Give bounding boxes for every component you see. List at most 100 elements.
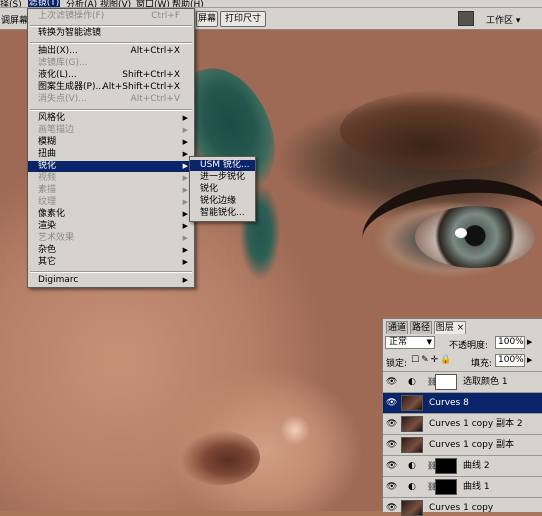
layer-name: Curves 8	[429, 398, 469, 408]
submenu-arrow-icon: ▶	[182, 222, 188, 230]
submenu-arrow-icon: ▶	[182, 234, 188, 242]
adjustment-layer-icon: ◐	[408, 377, 416, 387]
submenu-item-sharpen-more[interactable]: 进一步锐化	[190, 172, 255, 183]
layer-row[interactable]: 👁 ◐ ⛓ 曲线 1	[383, 476, 542, 497]
menu-item-blur[interactable]: 模糊 ▶	[28, 137, 194, 148]
fill-input[interactable]: 100%	[495, 354, 525, 367]
menu-item-noise[interactable]: 杂色 ▶	[28, 245, 194, 256]
adjustment-layer-icon: ◐	[408, 461, 416, 471]
workspace-menu[interactable]: 工作区 ▾	[486, 13, 520, 26]
layer-name: 曲线 1	[463, 482, 490, 492]
submenu-arrow-icon: ▶	[182, 114, 188, 122]
blend-mode-select[interactable]: 正常 ▼	[385, 336, 435, 349]
eye-region	[415, 206, 535, 268]
submenu-arrow-icon: ▶	[182, 138, 188, 146]
eye-icon[interactable]: 👁	[386, 419, 397, 429]
menu-item-sketch[interactable]: 素描 ▶	[28, 185, 194, 196]
menu-item-stylize[interactable]: 风格化 ▶	[28, 113, 194, 124]
menu-window[interactable]: 窗口(W)	[136, 0, 170, 7]
layer-row[interactable]: 👁 Curves 1 copy 副本	[383, 434, 542, 455]
sharpen-submenu: USM 锐化... 进一步锐化 锐化 锐化边缘 智能锐化...	[189, 156, 256, 222]
tab-channels[interactable]: 通道	[386, 321, 408, 334]
lock-options-icon[interactable]: ☐✎✛🔒	[411, 355, 453, 365]
workspace-camera-icon[interactable]	[458, 11, 474, 26]
eye-icon[interactable]: 👁	[386, 503, 397, 513]
nostril-shadow	[180, 430, 260, 485]
layer-name: 选取颜色 1	[463, 377, 508, 387]
layer-name: 曲线 2	[463, 461, 490, 471]
eye-highlight	[455, 228, 467, 238]
menu-item-pattern-maker[interactable]: 图案生成器(P)... Alt+Shift+Ctrl+X	[28, 82, 194, 93]
submenu-arrow-icon: ▶	[182, 258, 188, 266]
menu-item-other[interactable]: 其它 ▶	[28, 257, 194, 268]
submenu-arrow-icon: ▶	[182, 162, 188, 170]
submenu-item-smart-sharpen[interactable]: 智能锐化...	[190, 208, 255, 219]
print-size-button[interactable]: 打印尺寸	[220, 11, 266, 27]
menu-item-filter-gallery[interactable]: 滤镜库(G)...	[28, 58, 194, 69]
menu-analysis[interactable]: 分析(A)	[66, 0, 97, 7]
menu-item-last-filter[interactable]: 上次滤镜操作(F) Ctrl+F	[28, 11, 194, 22]
menu-item-liquify[interactable]: 液化(L)... Shift+Ctrl+X	[28, 70, 194, 81]
eye-icon[interactable]: 👁	[386, 377, 397, 387]
menu-bar: 择(S) 滤镜(T) 分析(A) 视图(V) 窗口(W) 帮助(H)	[0, 0, 542, 8]
submenu-arrow-icon: ▶	[182, 126, 188, 134]
submenu-item-sharpen-edges[interactable]: 锐化边缘	[190, 196, 255, 207]
layer-mask-thumbnail	[435, 374, 457, 390]
layer-name: Curves 1 copy	[429, 503, 494, 513]
submenu-item-sharpen[interactable]: 锐化	[190, 184, 255, 195]
menu-item-artistic[interactable]: 艺术效果 ▶	[28, 233, 194, 244]
submenu-arrow-icon: ▶	[182, 210, 188, 218]
submenu-arrow-icon: ▶	[182, 186, 188, 194]
layer-name: Curves 1 copy 副本	[429, 440, 515, 450]
layer-thumbnail	[401, 395, 423, 411]
menu-item-extract[interactable]: 抽出(X)... Alt+Ctrl+X	[28, 46, 194, 57]
layer-name: Curves 1 copy 副本 2	[429, 419, 523, 429]
submenu-arrow-icon: ▶	[182, 276, 188, 284]
adjustment-layer-icon: ◐	[408, 482, 416, 492]
menu-select[interactable]: 择(S)	[0, 0, 22, 7]
menu-item-texture[interactable]: 纹理 ▶	[28, 197, 194, 208]
layer-thumbnail	[401, 416, 423, 432]
fill-label: 填充:	[471, 359, 493, 369]
eye-icon[interactable]: 👁	[386, 461, 397, 471]
filter-menu: 上次滤镜操作(F) Ctrl+F 转换为智能滤镜 抽出(X)... Alt+Ctrl…	[27, 8, 195, 288]
opacity-input[interactable]: 100%	[495, 336, 525, 349]
lock-label: 锁定:	[386, 359, 408, 369]
layer-row[interactable]: 👁 ◐ ⛓ 曲线 2	[383, 455, 542, 476]
menu-item-pixelate[interactable]: 像素化 ▶	[28, 209, 194, 220]
fill-arrow-icon[interactable]: ▶	[527, 356, 532, 364]
layer-row[interactable]: 👁 Curves 8	[383, 392, 542, 413]
layers-panel: 通道 路径 图层 × 正常 ▼ 不透明度: 100% ▶ 锁定: ☐✎✛🔒 填充:…	[382, 318, 542, 516]
menu-item-video[interactable]: 视频 ▶	[28, 173, 194, 184]
opacity-arrow-icon[interactable]: ▶	[527, 338, 532, 346]
layer-mask-thumbnail	[435, 458, 457, 474]
layer-thumbnail	[401, 500, 423, 516]
menu-item-render[interactable]: 渲染 ▶	[28, 221, 194, 232]
menu-item-vanishing-point[interactable]: 消失点(V)... Alt+Ctrl+V	[28, 94, 194, 105]
chevron-down-icon: ▼	[426, 338, 432, 346]
menu-item-brush-strokes[interactable]: 画笔描边 ▶	[28, 125, 194, 136]
eye-icon[interactable]: 👁	[386, 440, 397, 450]
menu-item-distort[interactable]: 扭曲 ▶	[28, 149, 194, 160]
screen-button[interactable]: 屏幕	[196, 11, 218, 27]
eye-icon[interactable]: 👁	[386, 482, 397, 492]
menu-item-digimarc[interactable]: Digimarc ▶	[28, 275, 194, 286]
layer-row[interactable]: 👁 Curves 1 copy	[383, 497, 542, 516]
menu-view[interactable]: 视图(V)	[100, 0, 131, 7]
nose-highlight	[280, 415, 310, 445]
menu-item-sharpen[interactable]: 锐化 ▶	[28, 161, 194, 172]
tab-paths[interactable]: 路径	[410, 321, 432, 334]
submenu-item-unsharp-mask[interactable]: USM 锐化...	[190, 160, 255, 171]
submenu-arrow-icon: ▶	[182, 246, 188, 254]
menu-help[interactable]: 帮助(H)	[172, 0, 204, 7]
submenu-arrow-icon: ▶	[182, 174, 188, 182]
menu-filter[interactable]: 滤镜(T)	[28, 0, 60, 7]
submenu-arrow-icon: ▶	[182, 150, 188, 158]
layer-row[interactable]: 👁 Curves 1 copy 副本 2	[383, 413, 542, 434]
submenu-arrow-icon: ▶	[182, 198, 188, 206]
eye-icon[interactable]: 👁	[386, 398, 397, 408]
tab-layers[interactable]: 图层 ×	[434, 321, 466, 334]
layer-thumbnail	[401, 437, 423, 453]
menu-item-convert-smart-filter[interactable]: 转换为智能滤镜	[28, 28, 194, 39]
layer-row[interactable]: 👁 ◐ ⛓ 选取颜色 1	[383, 371, 542, 392]
